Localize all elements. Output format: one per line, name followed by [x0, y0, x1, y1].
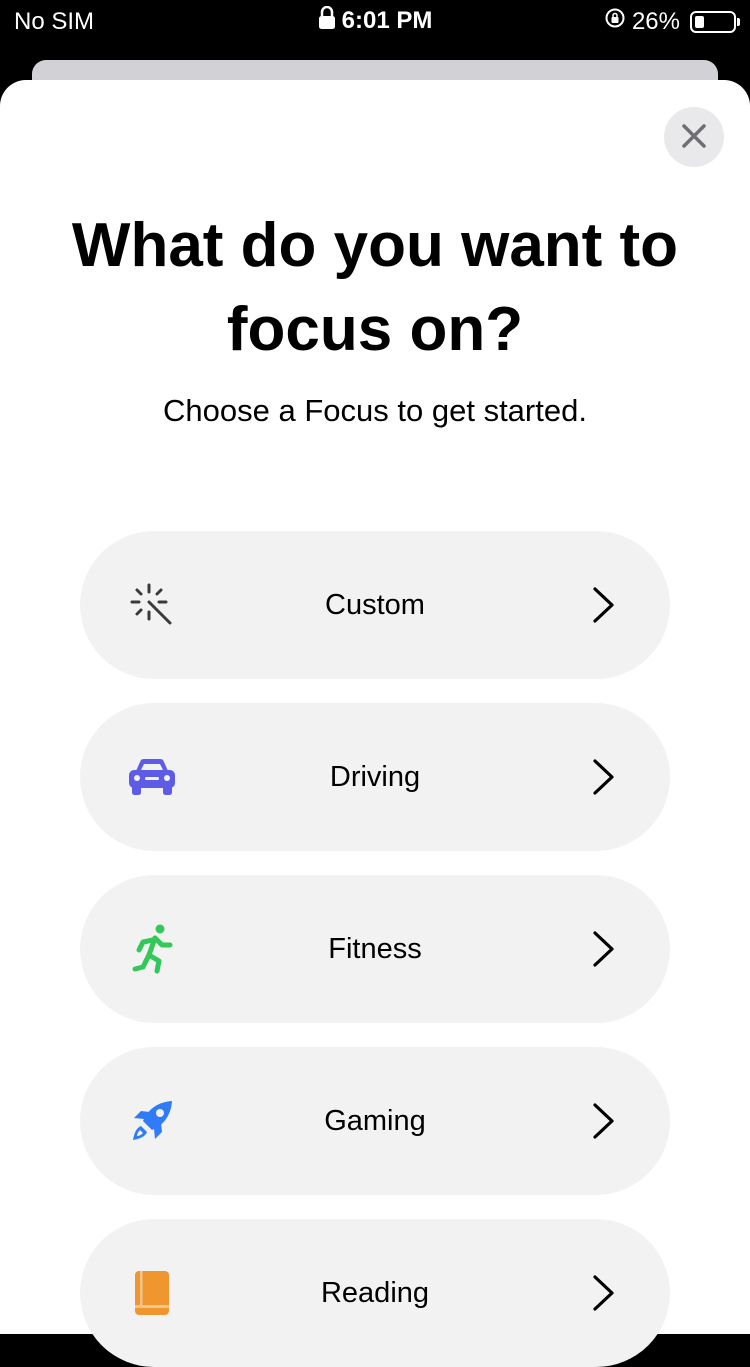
- focus-option-custom[interactable]: Custom: [80, 531, 670, 679]
- time-label: 6:01 PM: [341, 7, 433, 34]
- page-title: What do you want to focus on?: [71, 211, 679, 364]
- chevron-right-icon: [588, 929, 618, 969]
- focus-option-label: Driving: [329, 761, 421, 793]
- battery-icon: [690, 10, 740, 33]
- status-right: 26%: [604, 7, 740, 36]
- focus-option-reading[interactable]: Reading: [80, 1219, 670, 1367]
- focus-option-label: Custom: [325, 589, 425, 621]
- chevron-right-icon: [588, 1273, 618, 1313]
- status-bar: No SIM 6:01 PM 26%: [0, 0, 750, 44]
- close-button[interactable]: [664, 107, 724, 167]
- chevron-right-icon: [588, 1101, 618, 1141]
- focus-option-driving[interactable]: Driving: [80, 703, 670, 851]
- chevron-right-icon: [588, 585, 618, 625]
- orientation-lock-icon: [604, 7, 626, 36]
- battery-percent: 26%: [631, 7, 680, 35]
- chevron-right-icon: [588, 757, 618, 797]
- focus-option-fitness[interactable]: Fitness: [80, 875, 670, 1023]
- focus-option-label: Reading: [320, 1277, 430, 1309]
- focus-option-gaming[interactable]: Gaming: [80, 1047, 670, 1195]
- page-subtitle: Choose a Focus to get started.: [163, 393, 587, 428]
- focus-option-label: Gaming: [324, 1105, 426, 1137]
- lock-icon: [318, 5, 336, 37]
- focus-option-label: Fitness: [328, 933, 422, 965]
- focus-setup-sheet: What do you want to focus on? Choose a F…: [0, 80, 750, 1367]
- close-icon: [681, 123, 707, 152]
